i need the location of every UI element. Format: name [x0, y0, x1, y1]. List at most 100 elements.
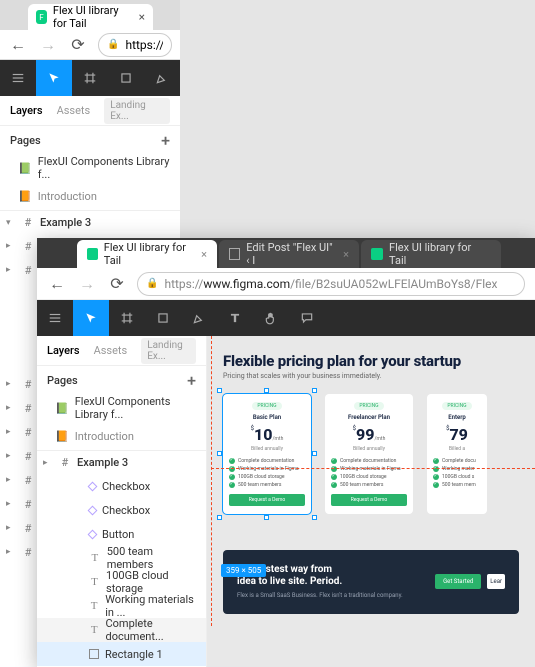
canvas-content: Flexible pricing plan for your startup P… — [207, 336, 535, 626]
frame-tool-button[interactable] — [72, 60, 108, 96]
browser-tab[interactable]: Flex UI library for Tail — [361, 240, 501, 268]
layer-row[interactable]: 100GB cloud storage — [37, 570, 206, 594]
chevron-right-icon[interactable]: ▸ — [6, 379, 16, 389]
comment-tool-button[interactable] — [289, 300, 325, 336]
reload-icon[interactable]: ⟳ — [68, 35, 88, 55]
layer-row[interactable]: Checkbox — [37, 474, 206, 498]
move-tool-button[interactable] — [36, 60, 72, 96]
plan-cta-button[interactable]: Request a Demo — [229, 494, 305, 506]
layers-tab[interactable]: Layers — [10, 104, 43, 117]
reload-icon[interactable]: ⟳ — [107, 274, 127, 294]
address-bar[interactable]: 🔒 https://www.figma.com/file/B2suUA052wL… — [137, 272, 525, 296]
check-icon — [229, 482, 235, 488]
add-page-icon[interactable]: + — [161, 131, 170, 150]
check-icon — [331, 482, 337, 488]
frame-icon — [22, 522, 34, 534]
chevron-right-icon[interactable]: ▸ — [6, 451, 16, 461]
url-text: https://www.figma.com/file/B2suUA052wLFE… — [164, 277, 497, 291]
figma-icon — [87, 248, 98, 260]
smart-guide-vertical — [211, 336, 212, 626]
close-tab-icon[interactable]: × — [201, 248, 207, 261]
file-icon — [229, 248, 240, 260]
chevron-right-icon[interactable]: ▸ — [6, 265, 16, 275]
chevron-right-icon[interactable]: ▸ — [43, 458, 53, 468]
chevron-right-icon[interactable]: ▸ — [6, 241, 16, 251]
figma-canvas[interactable]: Flexible pricing plan for your startup P… — [207, 336, 535, 667]
plan-feature: Complete docu — [433, 458, 481, 464]
check-icon — [433, 474, 439, 480]
cta-heading-line2: idea to live site. Period. — [237, 576, 419, 588]
smart-guide-horizontal — [211, 468, 535, 469]
pricing-subheading: Pricing that scales with your business i… — [223, 372, 523, 380]
back-icon[interactable]: ← — [8, 35, 28, 55]
text-layer-icon — [89, 600, 99, 612]
text-layer-icon — [89, 576, 100, 588]
chevron-right-icon[interactable]: ▸ — [6, 475, 16, 485]
plan-billed: Billed annually — [229, 446, 305, 452]
check-icon — [331, 458, 337, 464]
page-emoji-icon: 📙 — [55, 430, 69, 443]
layer-frame-section[interactable]: ▾ Example 3 — [0, 210, 180, 234]
pricing-card-enterprise[interactable]: PRICING Enterp $79 Billed a Complete doc… — [427, 394, 487, 514]
text-tool-button[interactable] — [217, 300, 253, 336]
hand-tool-button[interactable] — [253, 300, 289, 336]
layer-row[interactable]: Complete document... — [37, 618, 206, 642]
url-text: https://w — [125, 38, 163, 52]
layer-frame-section[interactable]: ▸ Example 3 — [37, 450, 206, 474]
file-chip[interactable]: Landing Ex... — [141, 338, 196, 364]
page-item[interactable]: 📗FlexUI Components Library f... — [0, 154, 180, 182]
layer-row[interactable]: Button — [37, 522, 206, 546]
plan-tag: PRICING — [252, 402, 281, 410]
frame-icon — [22, 217, 34, 229]
browser-tabbar: F Flex UI library for Tail × — [0, 0, 180, 30]
close-tab-icon[interactable]: × — [343, 248, 349, 261]
assets-tab[interactable]: Assets — [57, 104, 91, 117]
pen-tool-button[interactable] — [144, 60, 180, 96]
back-icon[interactable]: ← — [47, 274, 67, 294]
chevron-right-icon[interactable]: ▸ — [6, 427, 16, 437]
pen-tool-button[interactable] — [181, 300, 217, 336]
close-tab-icon[interactable]: × — [139, 10, 145, 24]
browser-toolbar: ← → ⟳ 🔒 https://www.figma.com/file/B2suU… — [37, 268, 535, 300]
page-item[interactable]: 📗FlexUI Components Library f... — [37, 394, 206, 422]
move-tool-button[interactable] — [73, 300, 109, 336]
assets-tab[interactable]: Assets — [94, 344, 128, 357]
shape-tool-button[interactable] — [108, 60, 144, 96]
plan-feature: 100GB cloud s — [433, 474, 481, 480]
layer-row[interactable]: Checkbox — [37, 498, 206, 522]
chevron-down-icon[interactable]: ▾ — [6, 218, 16, 228]
page-item[interactable]: 📙Introduction — [0, 182, 180, 210]
layers-tab[interactable]: Layers — [47, 344, 80, 357]
pricing-heading: Flexible pricing plan for your startup — [223, 352, 523, 370]
chevron-right-icon[interactable]: ▸ — [6, 547, 16, 557]
address-bar[interactable]: 🔒 https://w — [98, 33, 172, 57]
layer-row[interactable]: Working materials in ... — [37, 594, 206, 618]
chevron-right-icon[interactable]: ▸ — [6, 403, 16, 413]
browser-tab[interactable]: F Flex UI library for Tail × — [28, 4, 153, 30]
browser-tab-active[interactable]: Flex UI library for Tail × — [77, 240, 217, 268]
shape-tool-button[interactable] — [145, 300, 181, 336]
chevron-right-icon[interactable]: ▸ — [6, 523, 16, 533]
layer-row[interactable]: 500 team members — [37, 546, 206, 570]
page-item[interactable]: 📙Introduction — [37, 422, 206, 450]
layer-row-selected[interactable]: Rectangle 1 — [37, 642, 206, 666]
forward-icon: → — [38, 35, 58, 55]
plan-feature: Complete documentation — [331, 458, 407, 464]
figma-menu-button[interactable] — [0, 60, 36, 96]
learn-button[interactable]: Lear — [487, 574, 505, 589]
get-started-button[interactable]: Get Started — [435, 574, 481, 589]
chevron-right-icon[interactable]: ▸ — [6, 499, 16, 509]
figma-menu-button[interactable] — [37, 300, 73, 336]
pricing-card-freelancer[interactable]: PRICING Freelancer Plan $99/mth Billed a… — [325, 394, 413, 514]
text-layer-icon — [89, 552, 101, 564]
plan-cta-button[interactable]: Request a Demo — [331, 494, 407, 506]
text-layer-icon — [89, 624, 100, 636]
pricing-card-basic[interactable]: PRICING Basic Plan $10/mth Billed annual… — [223, 394, 311, 514]
dark-cta-section[interactable]: The fastest way from idea to live site. … — [223, 550, 519, 614]
tab-title: Flex UI library for Tail — [53, 4, 133, 30]
browser-tab[interactable]: Edit Post "Flex UI" ‹ I × — [219, 240, 359, 268]
file-chip[interactable]: Landing Ex... — [104, 98, 170, 124]
add-page-icon[interactable]: + — [187, 371, 196, 390]
frame-tool-button[interactable] — [109, 300, 145, 336]
frame-icon — [22, 546, 34, 558]
